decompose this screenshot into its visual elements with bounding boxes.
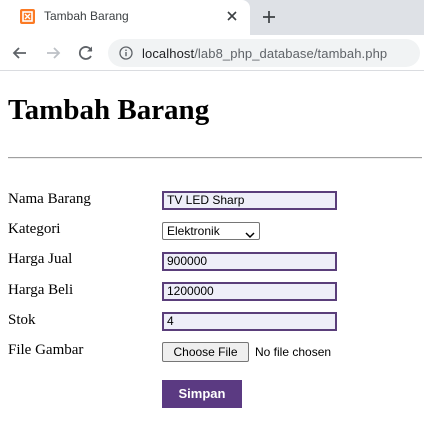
page-content: Tambah Barang Nama Barang TV LED Sharp K…: [0, 72, 424, 424]
forward-arrow-icon[interactable]: [43, 43, 63, 63]
info-icon[interactable]: [119, 46, 133, 60]
reload-icon[interactable]: [76, 43, 96, 63]
file-gambar-label: File Gambar: [8, 342, 84, 358]
page-title: Tambah Barang: [8, 94, 210, 126]
url-host: localhost: [142, 46, 195, 61]
tab-strip: Tambah Barang: [0, 0, 424, 35]
harga-beli-label: Harga Beli: [8, 282, 74, 298]
browser-tab[interactable]: Tambah Barang: [0, 0, 250, 35]
nama-barang-input[interactable]: TV LED Sharp: [162, 191, 337, 210]
simpan-button[interactable]: Simpan: [162, 380, 242, 408]
stok-label: Stok: [8, 312, 36, 328]
kategori-label: Kategori: [8, 221, 61, 237]
nama-barang-label: Nama Barang: [8, 191, 91, 207]
back-arrow-icon[interactable]: [10, 43, 30, 63]
url-text: localhost/lab8_php_database/tambah.php: [142, 46, 387, 61]
url-path: /lab8_php_database/tambah.php: [194, 46, 388, 61]
file-status-text: No file chosen: [255, 345, 332, 359]
plus-icon[interactable]: [260, 8, 278, 26]
harga-jual-input[interactable]: 900000: [162, 252, 337, 271]
harga-beli-input[interactable]: 1200000: [162, 282, 337, 301]
kategori-selected-value: Elektronik: [167, 224, 220, 238]
chevron-down-icon: [245, 227, 255, 239]
horizontal-rule: [8, 157, 422, 159]
address-bar[interactable]: localhost/lab8_php_database/tambah.php: [108, 39, 420, 67]
stok-input[interactable]: 4: [162, 312, 337, 331]
choose-file-button[interactable]: Choose File: [162, 342, 249, 362]
harga-jual-label: Harga Jual: [8, 251, 73, 267]
xampp-favicon-icon: [20, 9, 35, 24]
tab-title: Tambah Barang: [44, 9, 129, 23]
kategori-select[interactable]: Elektronik: [162, 222, 260, 240]
browser-toolbar: localhost/lab8_php_database/tambah.php: [0, 35, 424, 71]
close-icon[interactable]: [224, 8, 240, 24]
